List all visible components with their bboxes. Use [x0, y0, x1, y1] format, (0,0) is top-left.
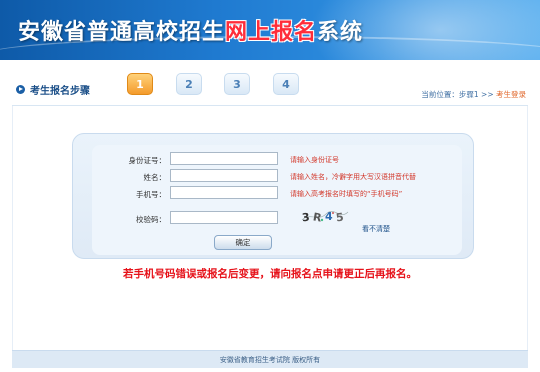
captcha-input[interactable] — [170, 211, 278, 224]
breadcrumb-current[interactable]: 考生登录 — [496, 90, 526, 99]
captcha-image[interactable]: 3 R 4 5 — [300, 208, 350, 224]
step-2[interactable]: 2 — [176, 73, 202, 95]
step-1[interactable]: 1 — [127, 73, 153, 95]
breadcrumb: 当前位置：步骤1 >> 考生登录 — [421, 89, 526, 100]
title-main: 安徽省普通高校招生 — [18, 20, 226, 45]
footer: 安徽省教育招生考试院 版权所有 — [12, 350, 528, 368]
id-hint: 请输入身份证号 — [290, 156, 339, 164]
submit-button[interactable]: 确定 — [214, 235, 272, 250]
svg-text:4: 4 — [325, 210, 333, 223]
system-title: 安徽省普通高校招生网上报名系统 — [18, 14, 363, 46]
step-3[interactable]: 3 — [224, 73, 250, 95]
title-accent: 网上报名 — [225, 20, 318, 45]
steps-heading: 考生报名步骤 — [16, 82, 90, 97]
phone-input[interactable] — [170, 186, 278, 199]
svg-text:5: 5 — [335, 211, 344, 224]
name-input[interactable] — [170, 169, 278, 182]
steps-heading-text: 考生报名步骤 — [30, 86, 90, 97]
steps-bar: 考生报名步骤 1 2 3 4 当前位置：步骤1 >> 考生登录 — [12, 72, 528, 106]
id-number-input[interactable] — [170, 152, 278, 165]
phone-hint: 请输入高考报名时填写的“手机号码” — [290, 190, 403, 198]
svg-text:3: 3 — [301, 211, 310, 224]
step-4[interactable]: 4 — [273, 73, 299, 95]
breadcrumb-prefix: 当前位置：步骤1 >> — [421, 90, 496, 99]
arrow-bullet-icon — [16, 85, 25, 94]
name-label: 姓名： — [143, 173, 167, 182]
header-banner: 安徽省普通高校招生网上报名系统 — [0, 0, 540, 60]
title-tail: 系统 — [317, 20, 364, 45]
phone-change-notice: 若手机号码错误或报名后变更，请向报名点申请更正后再报名。 — [123, 268, 417, 280]
id-label: 身份证号： — [128, 156, 167, 165]
phone-label: 手机号： — [136, 190, 166, 199]
svg-text:R: R — [312, 210, 323, 224]
captcha-label: 校验码： — [136, 215, 166, 224]
captcha-refresh-link[interactable]: 看不清楚 — [362, 224, 390, 234]
name-hint: 请输入姓名，冷僻字用大写汉语拼音代替 — [290, 173, 416, 181]
